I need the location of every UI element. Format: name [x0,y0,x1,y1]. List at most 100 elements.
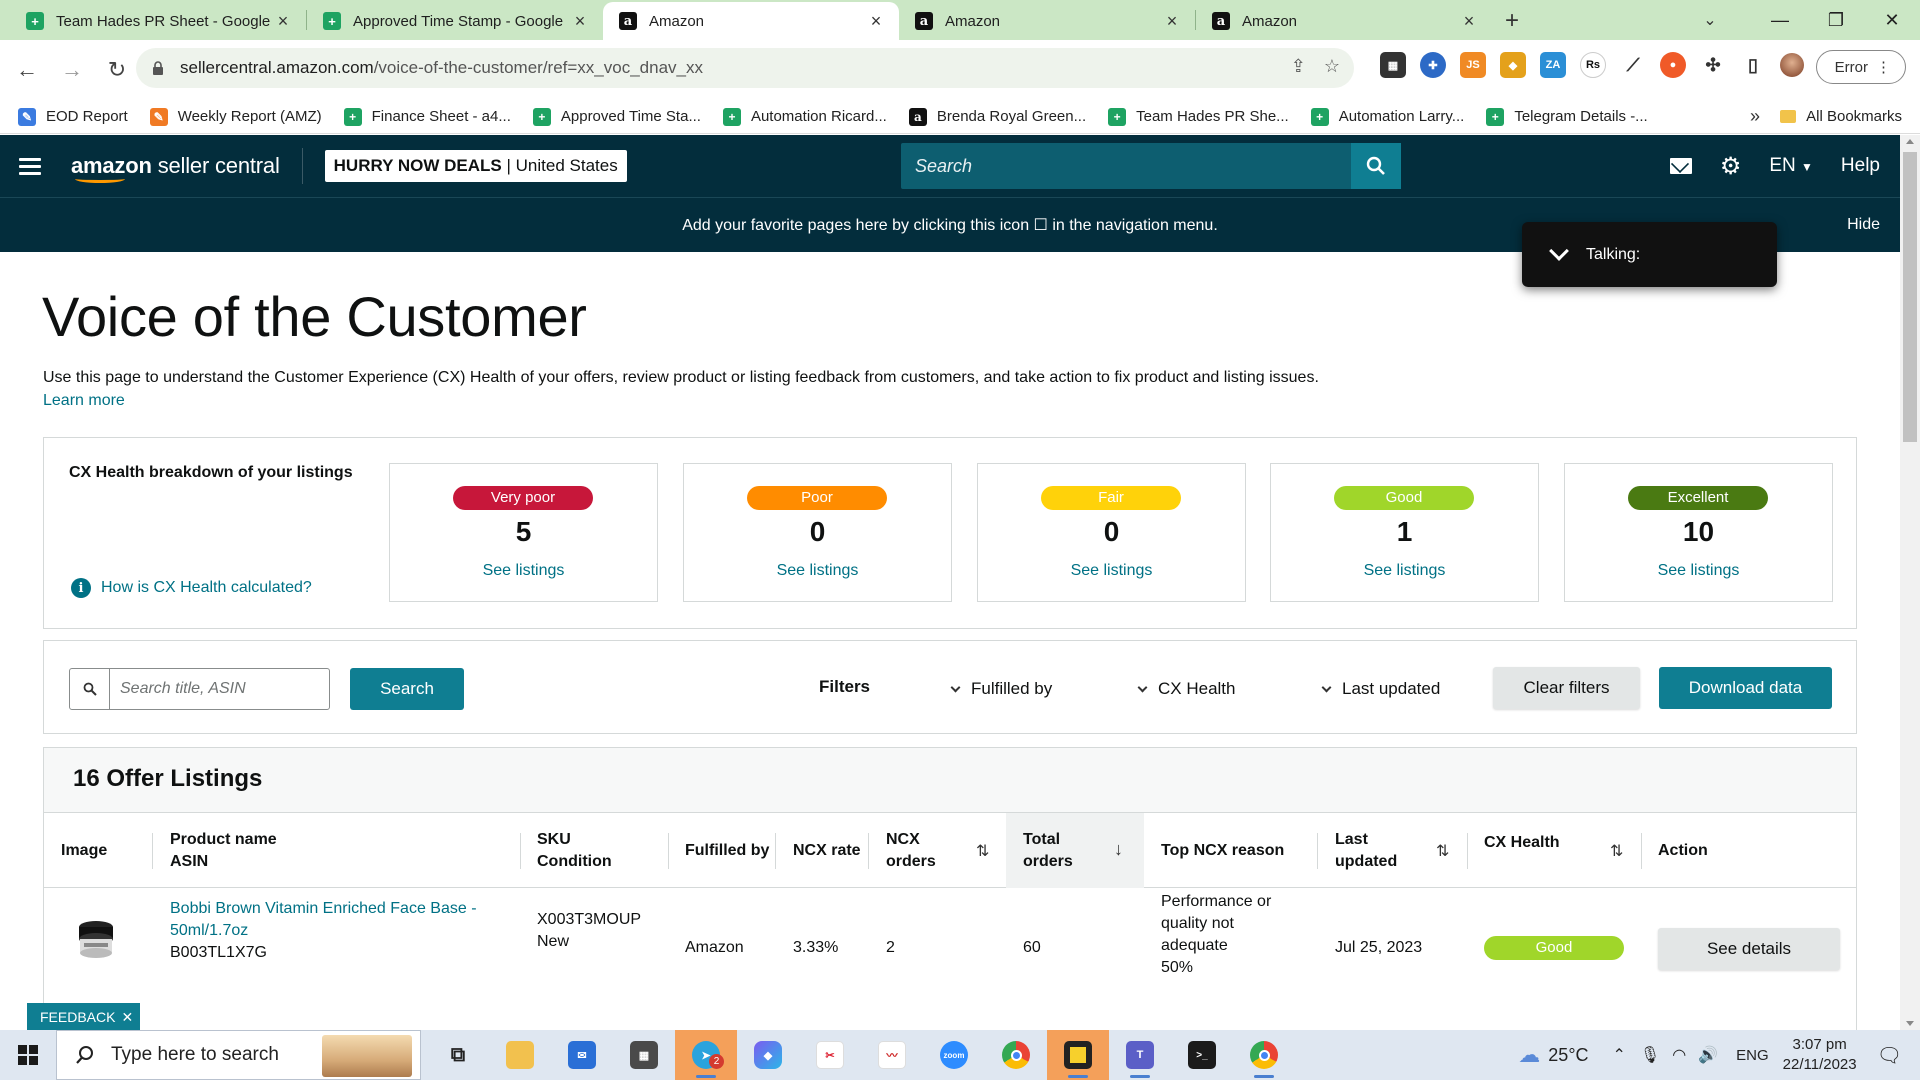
bookmark-item[interactable]: + Team Hades PR She... [1108,107,1289,126]
see-details-button[interactable]: See details [1658,928,1840,970]
last-updated-dropdown[interactable]: Last updated [1321,679,1440,699]
back-button[interactable]: ← [9,52,45,88]
cx-health-info-link[interactable]: i How is CX Health calculated? [71,578,312,598]
weather-temp[interactable]: 25°C [1548,1045,1588,1066]
listing-search-field[interactable]: Search title, ASIN [69,668,330,710]
scroll-up-icon[interactable] [1906,139,1914,144]
mail-icon[interactable] [1669,158,1692,174]
col-total-orders[interactable]: Total orders [1006,813,1144,888]
sticky-notes-icon[interactable] [1047,1030,1109,1080]
hide-banner-button[interactable]: Hide [1847,216,1880,234]
js-extension-icon[interactable]: JS [1460,52,1486,78]
page-scrollbar[interactable] [1900,135,1920,1030]
chevron-down-icon[interactable] [1549,241,1569,261]
chevron-up-icon[interactable]: ⌃ [1613,1045,1626,1065]
close-tab-icon[interactable]: × [1460,11,1478,32]
reload-button[interactable]: ↻ [99,52,135,88]
teams-icon[interactable]: T [1109,1030,1171,1080]
listing-search-input[interactable]: Search title, ASIN [110,680,329,698]
header-search[interactable]: Search [901,143,1401,189]
see-listings-link[interactable]: See listings [978,562,1245,580]
sort-descending-icon[interactable]: ↓ [1114,839,1123,860]
bookmark-item[interactable]: ✎ Weekly Report (AMZ) [149,107,322,126]
learn-more-link[interactable]: Learn more [43,392,125,410]
windows-start-icon[interactable] [0,1030,56,1080]
cx-health-dropdown[interactable]: CX Health [1137,679,1235,699]
bookmark-item[interactable]: + Telegram Details -... [1486,107,1648,126]
maximize-button[interactable]: ❐ [1808,0,1864,40]
close-icon[interactable]: ✕ [121,1009,133,1026]
microphone-icon[interactable]: 🎙 [1640,1045,1660,1065]
bookmark-star-icon[interactable]: ☆ [1324,56,1340,77]
new-tab-button[interactable]: + [1492,2,1532,40]
taskbar-search-input[interactable]: Type here to search [111,1044,279,1066]
search-button[interactable]: Search [350,668,464,710]
browser-tab[interactable]: + Approved Time Stamp - Google × [307,2,603,40]
product-name-link[interactable]: Bobbi Brown Vitamin Enriched Face Base -… [170,898,477,942]
close-window-button[interactable]: ✕ [1864,0,1920,40]
taskbar-search[interactable]: Type here to search [56,1030,421,1080]
address-bar[interactable]: sellercentral.amazon.com/voice-of-the-cu… [136,48,1354,88]
calculator-icon[interactable]: ▦ [613,1030,675,1080]
sort-icon[interactable]: ⇅ [1436,841,1449,861]
qr-extension-icon[interactable]: ▦ [1380,52,1406,78]
volume-icon[interactable]: 🔊 [1698,1045,1718,1065]
header-search-button[interactable] [1351,143,1401,189]
tab-search-chevron-icon[interactable]: ⌄ [1690,4,1730,36]
see-listings-link[interactable]: See listings [1565,562,1832,580]
browser-tab[interactable]: + Team Hades PR Sheet - Google S × [10,2,306,40]
telegram-icon[interactable]: ➤ 2 [675,1030,737,1080]
file-explorer-icon[interactable] [489,1030,551,1080]
browser-tab-active[interactable]: a Amazon × [603,2,899,40]
all-bookmarks-button[interactable]: All Bookmarks [1780,108,1902,125]
more-bookmarks-button[interactable]: » [1750,106,1760,127]
forward-button[interactable]: → [54,52,90,88]
zoom-icon[interactable]: zoom [923,1030,985,1080]
wifi-icon[interactable]: ◠ [1672,1045,1686,1065]
side-panel-icon[interactable]: ▯ [1740,52,1766,78]
close-tab-icon[interactable]: × [1163,11,1181,32]
extension-icon[interactable]: ◆ [1500,52,1526,78]
rs-extension-icon[interactable]: Rs [1580,52,1606,78]
see-listings-link[interactable]: See listings [390,562,657,580]
see-listings-link[interactable]: See listings [1271,562,1538,580]
browser-tab[interactable]: a Amazon × [899,2,1195,40]
bookmark-item[interactable]: ✎ EOD Report [18,107,128,126]
copilot-icon[interactable]: ◆ [737,1030,799,1080]
bookmark-item[interactable]: + Finance Sheet - a4... [343,107,511,126]
see-listings-link[interactable]: See listings [684,562,951,580]
clear-filters-button[interactable]: Clear filters [1493,667,1640,709]
download-data-button[interactable]: Download data [1659,667,1832,709]
extension-icon[interactable]: ✚ [1420,52,1446,78]
terminal-icon[interactable]: >_ [1171,1030,1233,1080]
minimize-button[interactable]: — [1752,0,1808,40]
seller-central-logo[interactable]: amazon seller central [71,148,303,184]
scroll-down-icon[interactable] [1906,1021,1914,1026]
store-switcher[interactable]: HURRY NOW DEALS | United States [324,150,627,182]
extension-icon[interactable]: ● [1660,52,1686,78]
extension-icon[interactable]: ⟋ [1620,52,1646,78]
fulfilled-by-dropdown[interactable]: Fulfilled by [950,679,1052,699]
mail-app-icon[interactable]: ✉ [551,1030,613,1080]
bookmark-item[interactable]: + Automation Ricard... [722,107,887,126]
clock[interactable]: 3:07 pm 22/11/2023 [1783,1035,1857,1075]
hamburger-menu-icon[interactable] [19,157,41,175]
col-cx-health[interactable]: CX Health [1484,813,1560,888]
bookmark-item[interactable]: + Approved Time Sta... [532,107,701,126]
col-last-updated[interactable]: Last updated [1335,813,1397,888]
close-tab-icon[interactable]: × [274,11,292,32]
chrome-icon[interactable] [985,1030,1047,1080]
close-tab-icon[interactable]: × [867,11,885,32]
weather-icon[interactable]: ☁ [1518,1042,1540,1068]
browser-tab[interactable]: a Amazon × [1196,2,1492,40]
puzzle-icon[interactable]: ✣ [1700,52,1726,78]
header-search-input[interactable]: Search [901,156,1351,177]
language-selector[interactable]: EN ▼ [1769,155,1813,177]
talking-popup[interactable]: Talking: [1522,222,1777,287]
col-ncx-orders[interactable]: NCX orders [886,813,936,888]
chrome-profile-icon[interactable] [1233,1030,1295,1080]
help-link[interactable]: Help [1841,155,1880,177]
activity-app-icon[interactable]: 〰 [861,1030,923,1080]
scrollbar-thumb[interactable] [1903,152,1917,442]
bookmark-item[interactable]: a Brenda Royal Green... [908,107,1086,126]
